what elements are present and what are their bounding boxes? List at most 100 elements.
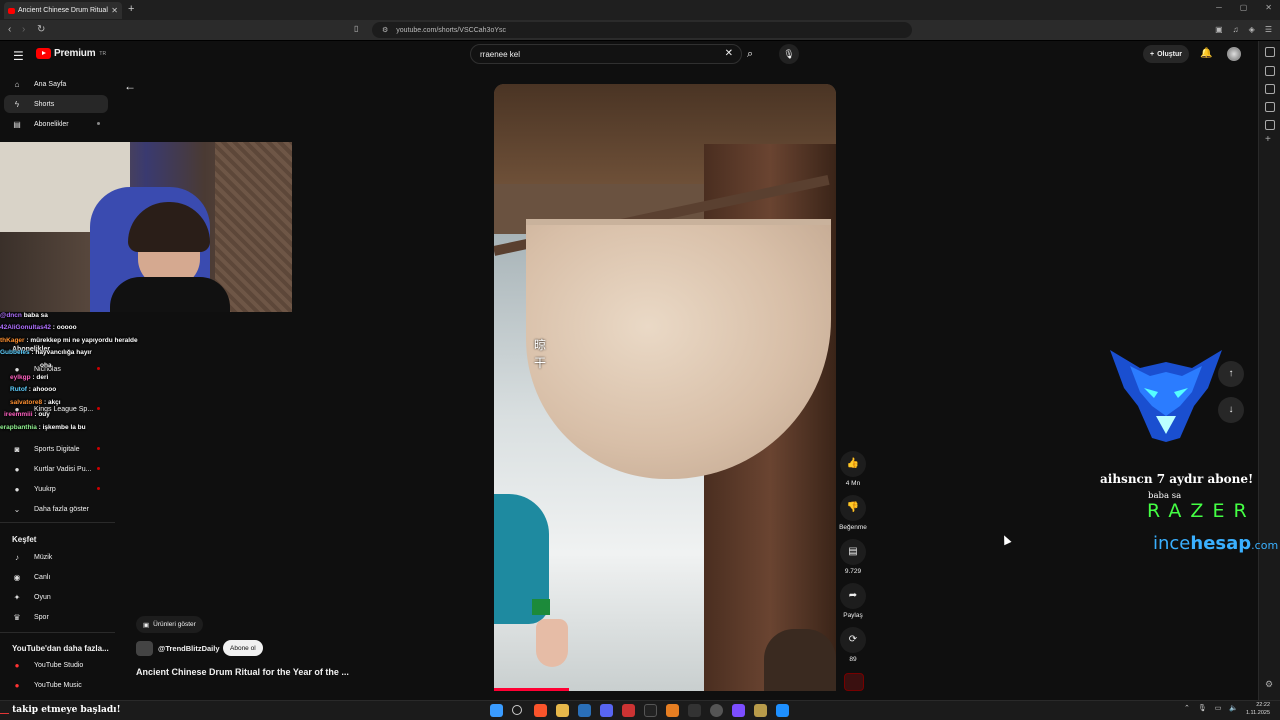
sidebar-reading-icon[interactable] xyxy=(1265,120,1275,130)
sidebar-item-gaming[interactable]: ✦ Oyun xyxy=(4,588,108,606)
sidebar-sub-item[interactable]: ● Kurtlar Vadisi Pu... xyxy=(4,460,108,478)
minimize-icon[interactable]: ─ xyxy=(1216,3,1222,12)
microphone-tray-icon[interactable]: 🎙 xyxy=(1198,704,1207,712)
back-arrow-icon[interactable]: ← xyxy=(124,79,136,93)
comment-count: 9.729 xyxy=(844,568,862,575)
hamburger-menu-icon[interactable]: ☰ xyxy=(13,49,24,63)
ticket-app-icon[interactable] xyxy=(754,704,767,717)
show-products-button[interactable]: ▣ Ürünleri göster xyxy=(136,616,203,633)
live-dot xyxy=(97,467,100,470)
close-tab-icon[interactable]: ✕ xyxy=(111,6,118,15)
search-icon[interactable]: ⌕ xyxy=(747,48,753,61)
shopping-bag-icon: ▣ xyxy=(143,621,150,629)
microphone-icon[interactable]: 🎙 xyxy=(779,44,799,64)
address-bar[interactable]: ⚙ youtube.com/shorts/VSCCah3oYsc xyxy=(372,22,912,38)
sidebar-sub-item[interactable]: ◙ Sports Digitale xyxy=(4,440,108,458)
search-input[interactable]: rraenee kel ✕ xyxy=(470,44,742,64)
system-clock[interactable]: 22:22 1.11.2025 xyxy=(1246,701,1270,717)
bookmark-icon[interactable]: ▯ xyxy=(354,24,358,33)
sidebar-item-studio[interactable]: ● YouTube Studio xyxy=(4,656,108,674)
like-count: 4 Mn xyxy=(845,480,861,487)
sidebar-sub-item[interactable]: ● Yuukrp xyxy=(4,480,108,498)
live-dot xyxy=(97,447,100,450)
sidebar-history-icon[interactable] xyxy=(1265,66,1275,76)
sidebar-item-subscriptions[interactable]: ▤ Abonelikler xyxy=(4,115,108,133)
tray-chevron-icon[interactable]: ⌃ xyxy=(1184,704,1190,712)
sidebar-wallet-icon[interactable] xyxy=(1265,84,1275,94)
monitor-tray-icon[interactable]: ▭ xyxy=(1215,704,1222,712)
wallet-icon[interactable]: ◈ xyxy=(1249,25,1255,34)
media-icon[interactable]: ♫ xyxy=(1233,25,1239,34)
menu-icon[interactable]: ☰ xyxy=(1265,25,1272,34)
products-label: Ürünleri göster xyxy=(153,621,196,628)
like-button[interactable]: 👍 4 Mn xyxy=(838,451,868,487)
sidebar-item-music[interactable]: ♪ Müzik xyxy=(4,548,108,566)
close-window-icon[interactable]: ✕ xyxy=(1265,3,1272,12)
obs-icon[interactable] xyxy=(688,704,701,717)
avatar[interactable] xyxy=(1227,47,1241,61)
sidebar-settings-icon[interactable]: ⚙ xyxy=(1265,679,1273,690)
sidebar-item-music-app[interactable]: ● YouTube Music xyxy=(4,676,108,694)
windows-start-icon[interactable] xyxy=(490,704,503,717)
volume-tray-icon[interactable]: 🔈 xyxy=(1229,704,1238,712)
toolbar-icons: ▣ ♫ ◈ ☰ xyxy=(1215,25,1272,34)
live-icon: ◉ xyxy=(13,572,21,582)
new-tab-icon[interactable]: + xyxy=(128,3,134,15)
sound-thumbnail[interactable] xyxy=(844,673,864,691)
system-tray: ⌃ 🎙 ▭ 🔈 xyxy=(1184,704,1238,712)
show-more-button[interactable]: ⌄ Daha fazla göster xyxy=(4,500,108,518)
telegram-icon[interactable] xyxy=(578,704,591,717)
subscriptions-icon: ▤ xyxy=(13,119,21,129)
search-taskbar-icon[interactable] xyxy=(512,705,522,715)
gaming-icon: ✦ xyxy=(13,592,21,602)
share-button[interactable]: ➦ Paylaş xyxy=(838,583,868,619)
youtube-music-icon: ● xyxy=(14,680,20,690)
sidebar-item-label: Shorts xyxy=(34,100,55,108)
sidebar-item-sports[interactable]: ♛ Spor xyxy=(4,608,108,626)
more-from-youtube-title: YouTube'dan daha fazla... xyxy=(12,644,109,653)
live-dot xyxy=(97,487,100,490)
sidebar-item-label: Ana Sayfa xyxy=(34,80,67,88)
channel-avatar[interactable] xyxy=(136,641,153,656)
steam-icon[interactable] xyxy=(776,704,789,717)
x-app-icon[interactable] xyxy=(644,704,657,717)
extensions-icon[interactable]: ▣ xyxy=(1215,25,1223,34)
sidebar-add-icon[interactable]: + xyxy=(1265,134,1271,145)
new-content-dot xyxy=(97,122,100,125)
video-progress-bar[interactable] xyxy=(494,688,570,691)
channel-name[interactable]: @TrendBlitzDaily xyxy=(158,644,220,653)
create-button[interactable]: + Oluştur xyxy=(1143,45,1189,63)
site-info-icon[interactable]: ⚙ xyxy=(382,26,388,34)
video-title[interactable]: Ancient Chinese Drum Ritual for the Year… xyxy=(136,667,349,677)
sidebar-item-home[interactable]: ⌂ Ana Sayfa xyxy=(4,75,108,93)
text-app-icon[interactable] xyxy=(666,704,679,717)
discord-icon[interactable] xyxy=(600,704,613,717)
file-explorer-icon[interactable] xyxy=(556,704,569,717)
notifications-bell-icon[interactable]: 🔔 xyxy=(1200,48,1212,59)
maximize-icon[interactable]: ▢ xyxy=(1240,3,1248,12)
twitch-app-icon[interactable] xyxy=(732,704,745,717)
chat-line: eylkgp : deri xyxy=(10,374,49,381)
back-icon[interactable]: ‹ xyxy=(8,24,11,35)
remix-button[interactable]: ⟳ 89 xyxy=(838,627,868,663)
shorts-video-player[interactable]: 晾干 xyxy=(494,84,836,691)
brave-browser-icon[interactable] xyxy=(534,704,547,717)
calendar-app-icon[interactable] xyxy=(622,704,635,717)
dislike-button[interactable]: 👎 Beğenme xyxy=(838,495,868,531)
browser-tab[interactable]: Ancient Chinese Drum Ritual ✕ xyxy=(4,2,122,19)
channel-avatar-icon: ● xyxy=(14,464,20,474)
video-scene-bucket xyxy=(764,629,836,691)
sidebar-notes-icon[interactable] xyxy=(1265,102,1275,112)
subscribe-button[interactable]: Abone ol xyxy=(223,640,263,656)
sidebar-ai-icon[interactable] xyxy=(1265,47,1275,57)
sidebar-item-shorts[interactable]: ϟ Shorts xyxy=(4,95,108,113)
comments-button[interactable]: ▤ 9.729 xyxy=(838,539,868,575)
reload-icon[interactable]: ↻ xyxy=(37,24,45,35)
live-dot xyxy=(97,407,100,410)
settings-app-icon[interactable] xyxy=(710,704,723,717)
youtube-premium-logo[interactable]: Premium TR xyxy=(36,48,106,59)
clear-search-icon[interactable]: ✕ xyxy=(725,48,733,59)
chat-line: erapbanthia : işkembe la bu xyxy=(0,424,86,431)
sidebar-item-live[interactable]: ◉ Canlı xyxy=(4,568,108,586)
forward-icon[interactable]: › xyxy=(22,24,25,35)
